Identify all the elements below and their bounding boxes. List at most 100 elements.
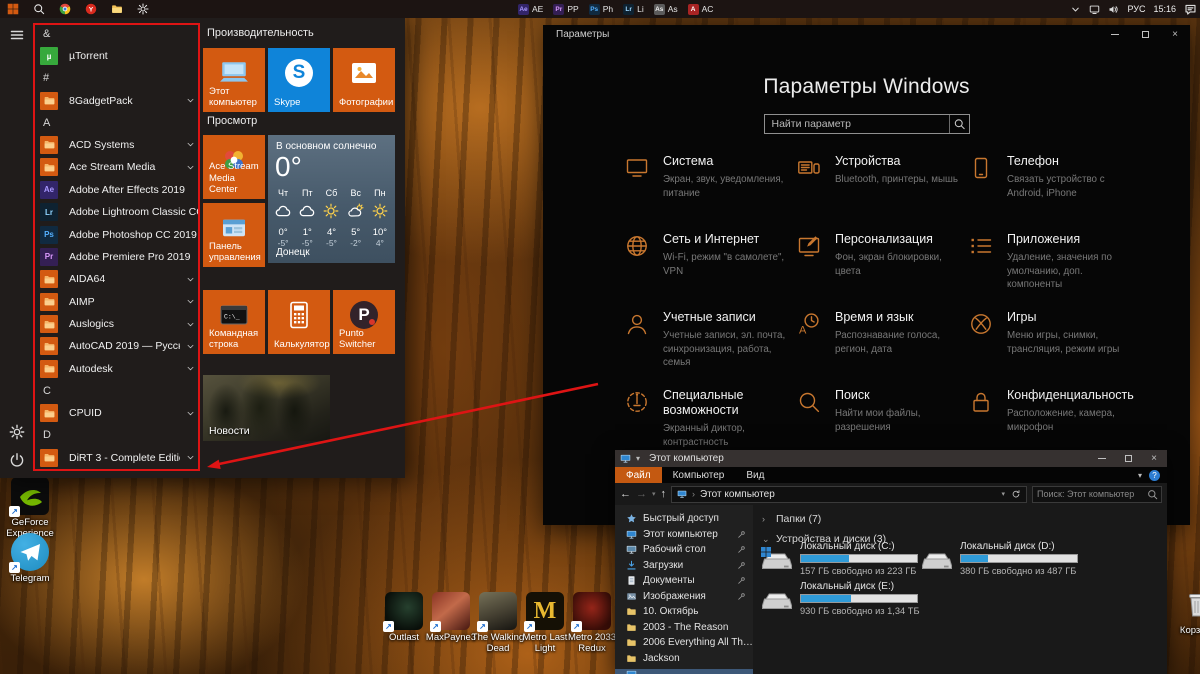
app-list-item[interactable]: Auslogics	[33, 313, 200, 335]
back-button[interactable]: ←	[620, 489, 631, 500]
chevron-down-icon[interactable]	[180, 96, 200, 106]
taskbar-pinned-app[interactable]: PrPP	[553, 4, 578, 15]
ribbon-tab-computer[interactable]: Компьютер	[662, 467, 736, 483]
app-list-item[interactable]: AeAdobe After Effects 2019	[33, 179, 200, 201]
chevron-down-icon[interactable]	[180, 297, 200, 307]
network-monitor-icon[interactable]	[1089, 4, 1100, 15]
tile-news[interactable]: Новости	[203, 375, 330, 441]
app-list-item[interactable]: LrAdobe Lightroom Classic CC	[33, 201, 200, 223]
tile-panel[interactable]: Панель управления	[203, 203, 265, 267]
quick-access-toolbar-chevron[interactable]: ▾	[636, 454, 640, 463]
app-list-section-header[interactable]: A	[33, 112, 200, 134]
yandex-browser-taskbar[interactable]: Y	[78, 0, 104, 18]
minimize-button[interactable]	[1089, 450, 1115, 467]
chevron-down-icon[interactable]	[180, 364, 200, 374]
chevron-down-icon[interactable]	[180, 341, 200, 351]
start-button[interactable]	[0, 0, 26, 18]
close-button[interactable]: ×	[1160, 25, 1190, 43]
address-bar[interactable]: › Этот компьютер ▾	[671, 486, 1027, 503]
minimize-button[interactable]	[1100, 25, 1130, 43]
address-dropdown-chevron[interactable]: ▾	[1001, 490, 1005, 498]
ribbon-collapse-chevron[interactable]: ▾	[1138, 471, 1142, 480]
sidebar-item[interactable]: Этот компьютер	[615, 527, 753, 543]
clock[interactable]: 15:16	[1153, 4, 1176, 14]
explorer-search-box[interactable]	[1032, 486, 1162, 503]
taskbar-pinned-app[interactable]: PsPh	[589, 4, 613, 15]
notification-center-icon[interactable]	[1184, 3, 1197, 16]
tile-acestream[interactable]: Ace Stream Media Center	[203, 135, 265, 199]
refresh-icon[interactable]	[1011, 489, 1021, 499]
taskbar-pinned-app[interactable]: AeAE	[518, 4, 543, 15]
maximize-button[interactable]	[1115, 450, 1141, 467]
desktop-icon-telegram[interactable]: ↗Telegram	[0, 533, 60, 585]
hidden-icons-chevron[interactable]	[1070, 4, 1081, 15]
taskbar-pinned-app[interactable]: LrLi	[623, 4, 644, 15]
volume-icon[interactable]	[1108, 4, 1119, 15]
app-list-item[interactable]: AIDA64	[33, 268, 200, 290]
browser-taskbar[interactable]	[52, 0, 78, 18]
up-button[interactable]: ↑	[661, 489, 667, 500]
settings-search-box[interactable]	[764, 114, 970, 134]
settings-category-8[interactable]: AВремя и языкРаспознавание голоса, регио…	[797, 309, 969, 387]
settings-search-input[interactable]	[765, 118, 949, 130]
sidebar-item[interactable]: Изображения	[615, 589, 753, 605]
desktop-icon-geforce[interactable]: ↗GeForce Experience	[0, 477, 60, 540]
settings-category-4[interactable]: Сеть и ИнтернетWi-Fi, режим "в самолете"…	[625, 231, 797, 309]
drive-item[interactable]: Локальный диск (C:)157 ГБ свободно из 22…	[761, 541, 918, 576]
close-button[interactable]: ×	[1141, 450, 1167, 467]
settings-category-3[interactable]: ТелефонСвязать устройство с Android, iPh…	[969, 153, 1141, 231]
app-list-section-header[interactable]: &	[33, 23, 200, 45]
explorer-search-input[interactable]	[1033, 489, 1147, 499]
tile-photos[interactable]: Фотографии	[333, 48, 395, 112]
sidebar-item[interactable]: 2006 Everything All The Time	[615, 635, 753, 651]
maximize-button[interactable]	[1130, 25, 1160, 43]
settings-category-2[interactable]: УстройстваBluetooth, принтеры, мышь	[797, 153, 969, 231]
app-list-item[interactable]: AutoCAD 2019 — Русский (Russ…	[33, 335, 200, 357]
chevron-down-icon[interactable]	[180, 319, 200, 329]
app-list-item[interactable]: µµTorrent	[33, 45, 200, 67]
tile-group-title[interactable]: Производительность	[207, 27, 314, 39]
chevron-down-icon[interactable]	[180, 140, 200, 150]
sidebar-item[interactable]: Jackson	[615, 651, 753, 667]
file-explorer-taskbar[interactable]	[104, 0, 130, 18]
chevron-down-icon[interactable]	[180, 453, 200, 463]
settings-category-5[interactable]: ПерсонализацияФон, экран блокировки, цве…	[797, 231, 969, 309]
settings-category-9[interactable]: ИгрыМеню игры, снимки, трансляция, режим…	[969, 309, 1141, 387]
sidebar-item[interactable]: 10. Октябрь	[615, 604, 753, 620]
sidebar-item[interactable]: Рабочий стол	[615, 542, 753, 558]
settings-taskbar[interactable]	[130, 0, 156, 18]
taskbar-pinned-app[interactable]: AAC	[688, 4, 714, 15]
settings-category-1[interactable]: СистемаЭкран, звук, уведомления, питание	[625, 153, 797, 231]
settings-category-6[interactable]: ПриложенияУдаление, значения по умолчани…	[969, 231, 1141, 309]
ribbon-tab-file[interactable]: Файл	[615, 467, 662, 483]
forward-button[interactable]: →	[636, 489, 647, 500]
settings-category-7[interactable]: Учетные записиУчетные записи, эл. почта,…	[625, 309, 797, 387]
language-indicator[interactable]: РУС	[1127, 4, 1145, 14]
tile-calc[interactable]: Калькулятор	[268, 290, 330, 354]
app-list-item[interactable]: PrAdobe Premiere Pro 2019	[33, 246, 200, 268]
app-list-section-header[interactable]: C	[33, 380, 200, 402]
app-list-section-header[interactable]: #	[33, 67, 200, 89]
sidebar-item[interactable]: Документы	[615, 573, 753, 589]
app-list-item[interactable]: Ace Stream Media	[33, 156, 200, 178]
sidebar-item[interactable]: 2003 - The Reason	[615, 620, 753, 636]
app-list-item[interactable]: AIMP	[33, 291, 200, 313]
sidebar-item[interactable]: Быстрый доступ	[615, 511, 753, 527]
tile-pc[interactable]: Этот компьютер	[203, 48, 265, 112]
help-icon[interactable]: ?	[1149, 470, 1160, 481]
power-icon[interactable]	[9, 452, 25, 468]
tile-weather[interactable]: В основном солнечно 0° Чт0°-5°Пт1°-5°Сб4…	[268, 135, 395, 263]
group-folders[interactable]: › Папки (7)	[762, 513, 1167, 525]
tile-group-title[interactable]: Просмотр	[207, 115, 257, 127]
sidebar-item-selected-partial[interactable]	[615, 669, 753, 674]
drive-item[interactable]: Локальный диск (D:)380 ГБ свободно из 48…	[921, 541, 1078, 576]
drive-item[interactable]: Локальный диск (E:)930 ГБ свободно из 1,…	[761, 581, 920, 616]
app-list-item[interactable]: 8GadgetPack	[33, 89, 200, 111]
ribbon-tab-view[interactable]: Вид	[735, 467, 775, 483]
tile-skype[interactable]: SSkype	[268, 48, 330, 112]
desktop-icon-recycle[interactable]: Корзина	[1168, 585, 1200, 637]
search-icon[interactable]	[949, 115, 969, 133]
breadcrumb[interactable]: Этот компьютер	[700, 489, 775, 500]
taskbar-search[interactable]	[26, 0, 52, 18]
chevron-down-icon[interactable]	[180, 162, 200, 172]
